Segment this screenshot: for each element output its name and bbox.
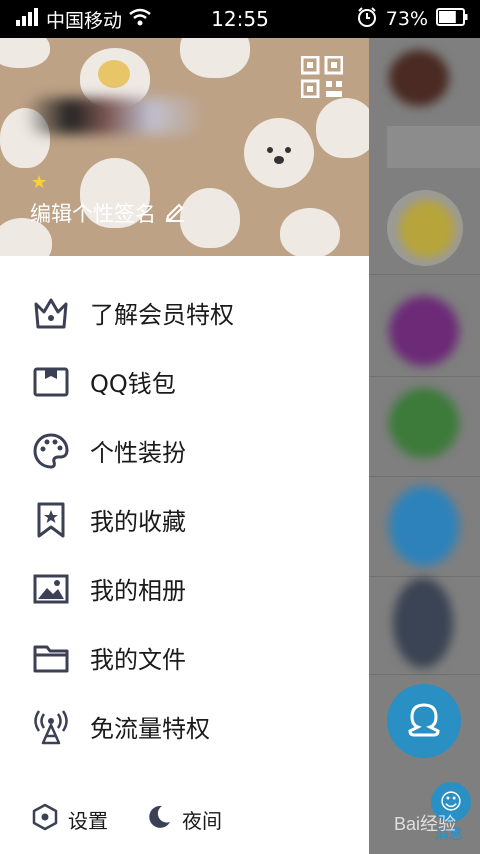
settings-button[interactable]: 设置 (32, 803, 108, 836)
profile-avatar[interactable] (25, 98, 205, 134)
watermark: Bai经验 (393, 814, 456, 834)
menu-item-files[interactable]: 我的文件 (0, 623, 369, 692)
drawer-footer: 设置 夜间 (0, 798, 369, 840)
pencil-icon (164, 200, 186, 227)
menu-item-wallet[interactable]: QQ钱包 (0, 347, 369, 416)
contact-avatar (389, 388, 459, 458)
menu-item-favorites[interactable]: 我的收藏 (0, 485, 369, 554)
qr-code-icon (300, 55, 344, 102)
folder-icon (32, 639, 70, 677)
menu-label: 个性装扮 (90, 439, 186, 467)
menu-label: 了解会员特权 (90, 301, 234, 329)
menu-label: 我的文件 (90, 646, 186, 674)
edit-signature[interactable]: 编辑个性签名 (30, 198, 186, 228)
profile-header[interactable]: ★ 编辑个性签名 (0, 38, 369, 256)
menu-label: 我的相册 (90, 577, 186, 605)
menu-item-album[interactable]: 我的相册 (0, 554, 369, 623)
crown-icon (32, 294, 70, 332)
antenna-icon (32, 708, 70, 746)
contact-avatar (389, 296, 459, 366)
battery-icon (436, 7, 468, 31)
contact-avatar (389, 486, 459, 566)
signature-label: 编辑个性签名 (30, 202, 156, 226)
bun-decoration (280, 208, 340, 256)
clock: 12:55 (211, 7, 269, 31)
search-bar (387, 126, 480, 168)
settings-icon (32, 803, 58, 836)
bun-decoration (0, 38, 50, 68)
menu-label: QQ钱包 (90, 370, 176, 398)
contact-avatar (389, 50, 449, 106)
menu-label: 免流量特权 (90, 715, 210, 743)
side-drawer: ★ 编辑个性签名 了解会员特权 QQ钱包 个性装扮 我的收藏 我的相册 我的文件… (0, 38, 369, 854)
status-bar: 中国移动 12:55 73% (0, 0, 480, 38)
menu-item-vip[interactable]: 了解会员特权 (0, 278, 369, 347)
contacts-fab[interactable] (387, 684, 461, 758)
contact-avatar (399, 200, 455, 258)
night-label: 夜间 (182, 808, 222, 833)
moon-icon (146, 804, 172, 835)
star-icon: ★ (31, 172, 48, 193)
bun-decoration (316, 98, 369, 158)
palette-icon (32, 432, 70, 470)
settings-label: 设置 (68, 808, 108, 833)
background-overlay[interactable]: ☺ 消息 (369, 38, 480, 854)
contacts-icon (402, 699, 446, 743)
wallet-icon (32, 363, 70, 401)
night-mode-button[interactable]: 夜间 (146, 804, 222, 835)
photo-icon (32, 570, 70, 608)
menu-item-free-data[interactable]: 免流量特权 (0, 692, 369, 761)
bear-decoration (244, 118, 314, 188)
bookmark-icon (32, 501, 70, 539)
egg-yolk-decoration (98, 60, 130, 88)
menu-label: 我的收藏 (90, 508, 186, 536)
bun-decoration (180, 38, 250, 78)
qr-code-button[interactable] (300, 55, 344, 99)
bun-decoration (180, 188, 240, 248)
battery-percent: 73% (385, 8, 428, 30)
contact-avatar (393, 578, 453, 668)
drawer-menu: 了解会员特权 QQ钱包 个性装扮 我的收藏 我的相册 我的文件 免流量特权 (0, 278, 369, 761)
alarm-icon (356, 6, 378, 33)
menu-item-theme[interactable]: 个性装扮 (0, 416, 369, 485)
